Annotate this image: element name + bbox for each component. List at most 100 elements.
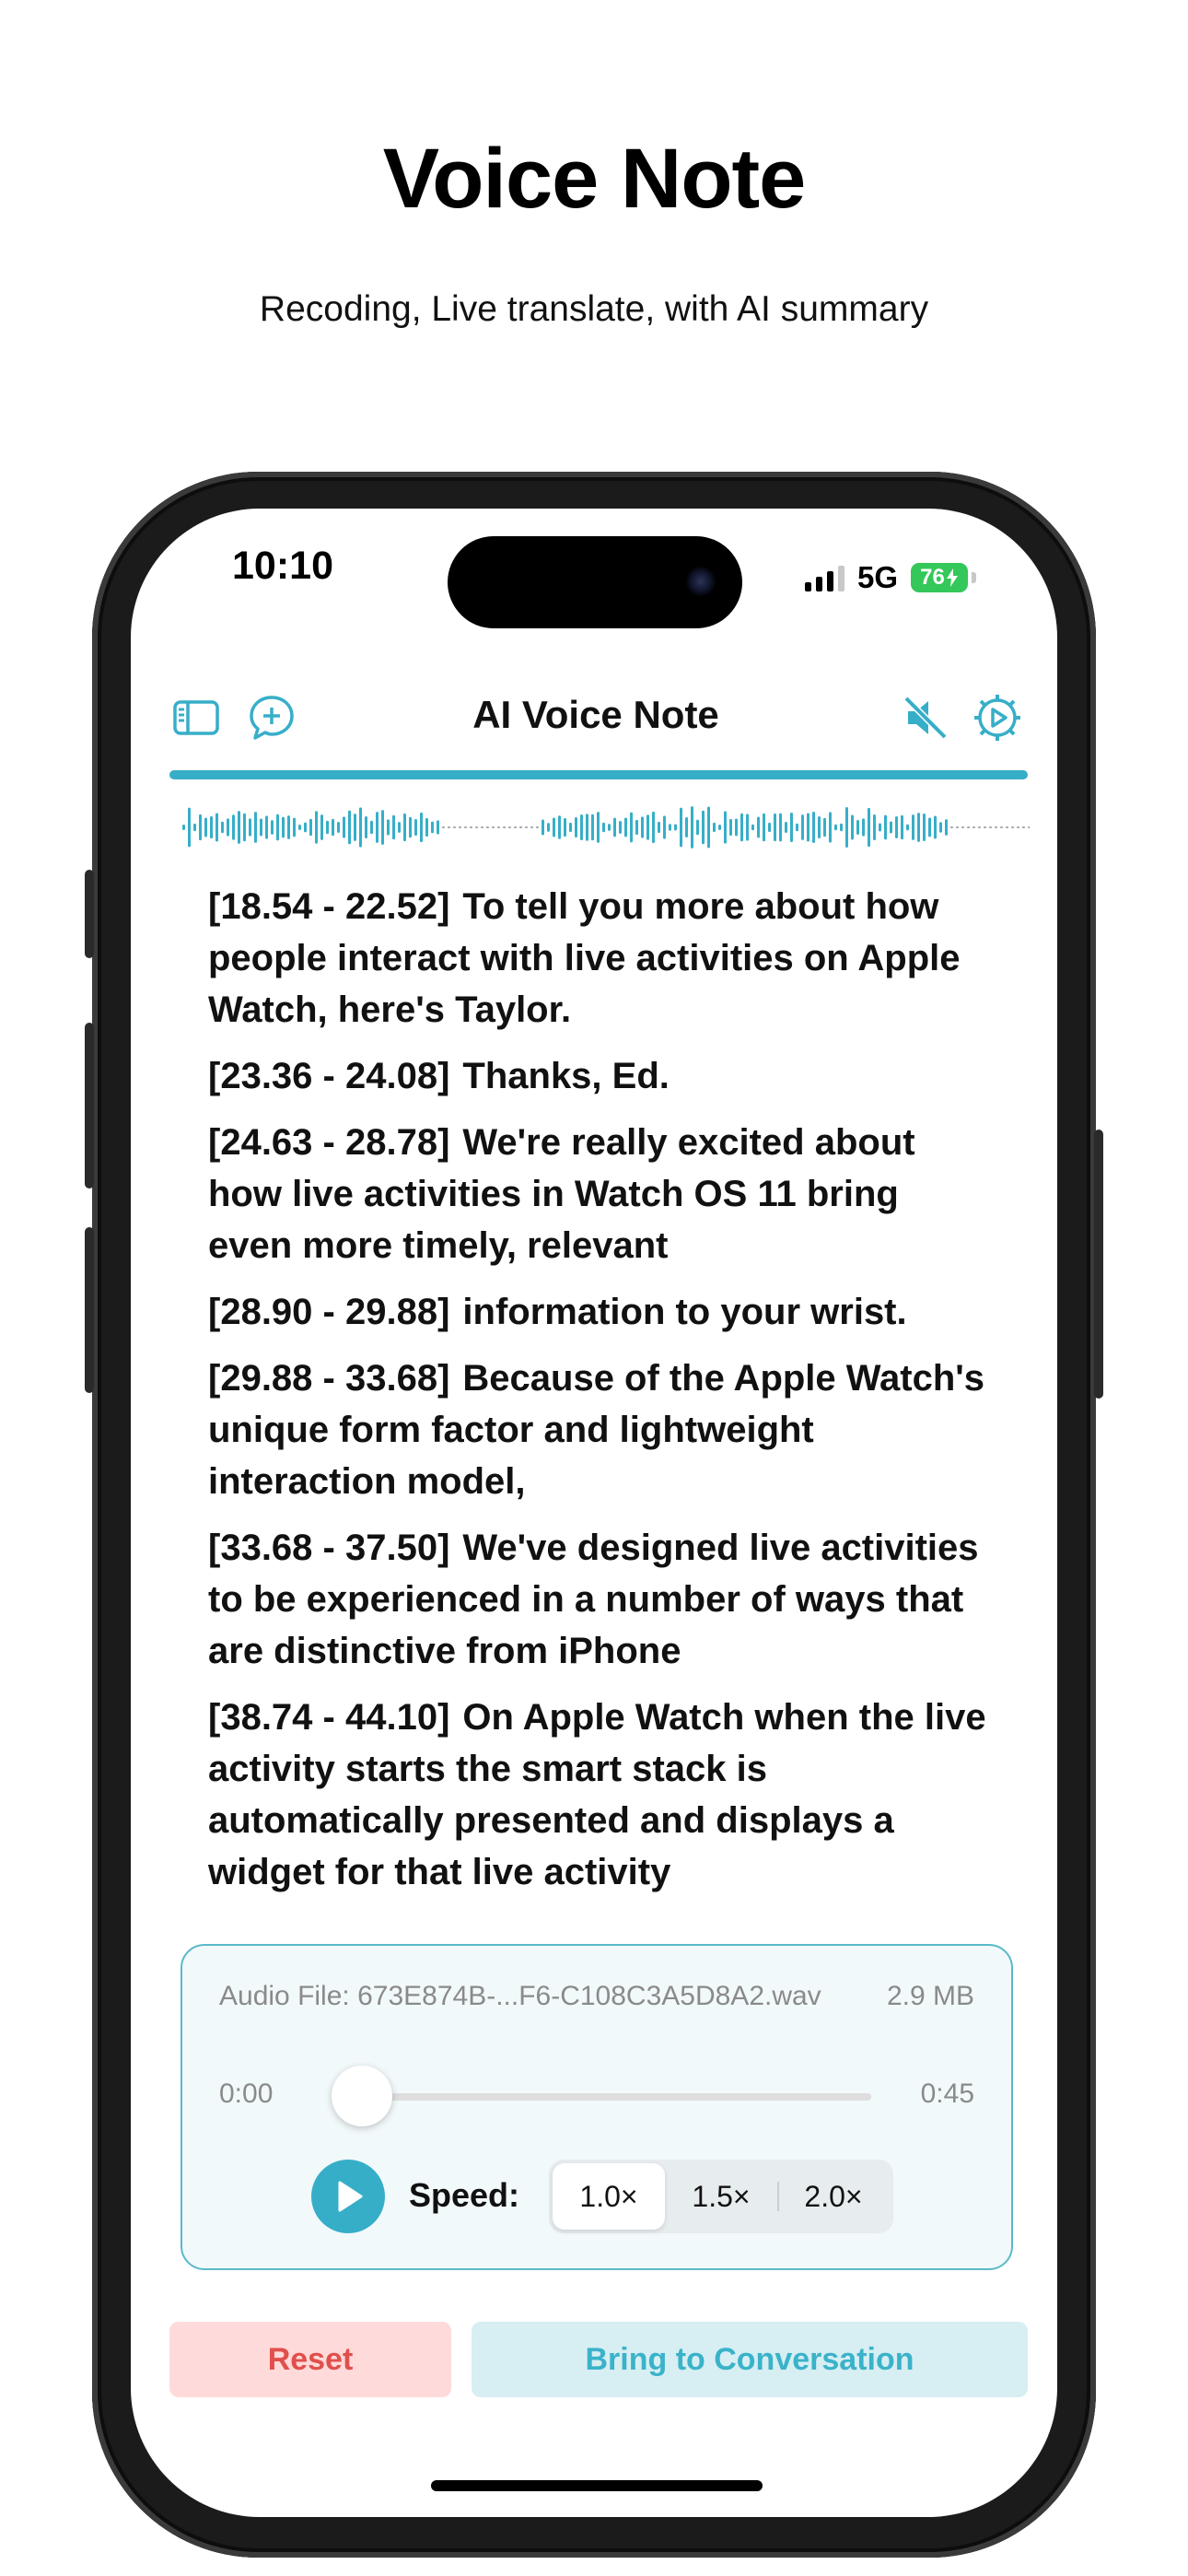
waveform-bar (884, 814, 887, 840)
waveform-bar (641, 816, 644, 838)
waveform-bar (680, 807, 682, 848)
waveform-bar (1011, 826, 1014, 828)
waveform-bar (696, 819, 699, 836)
waveform-bar (215, 813, 218, 842)
waveform-bar (403, 813, 406, 842)
waveform-bar (718, 824, 721, 831)
waveform-bar (807, 813, 809, 842)
waveform-bar (901, 814, 903, 840)
current-time: 0:00 (219, 2078, 274, 2109)
waveform-bar (486, 826, 489, 828)
waveform-bar (232, 814, 235, 840)
waveform-bar (254, 812, 257, 843)
waveform-bar (204, 817, 207, 837)
reset-button[interactable]: Reset (169, 2322, 451, 2397)
waveform-bar (365, 815, 367, 839)
waveform-bar (530, 826, 533, 828)
playback-slider-track[interactable] (337, 2093, 871, 2101)
dynamic-island (448, 536, 742, 628)
waveform-bar (984, 826, 986, 828)
waveform-bar (928, 817, 931, 837)
battery-tip (972, 572, 976, 583)
waveform-bar (818, 815, 821, 839)
waveform-bar (249, 818, 251, 837)
waveform-bar (409, 816, 412, 838)
waveform-bar (945, 819, 948, 836)
waveform-bar (796, 823, 798, 832)
transcript-segment: [38.74 - 44.10] On Apple Watch when the l… (208, 1692, 991, 1898)
transcript-segment: [23.36 - 24.08] Thanks, Ed. (208, 1050, 991, 1102)
promo-title: Voice Note (382, 132, 807, 226)
waveform-bar (856, 819, 859, 836)
waveform-bar (597, 812, 600, 843)
play-button[interactable] (311, 2160, 385, 2233)
transcript-segment: [33.68 - 37.50] We've designed live activ… (208, 1522, 991, 1677)
speaker-muted-icon[interactable] (901, 693, 950, 743)
app-header: AI Voice Note (168, 687, 1024, 752)
bring-to-conversation-button[interactable]: Bring to Conversation (472, 2322, 1028, 2397)
waveform-bar (309, 818, 312, 837)
file-info-row: Audio File: 673E874B-...F6-C108C3A5D8A2.… (219, 1981, 974, 2012)
duration-time: 0:45 (920, 2078, 974, 2109)
waveform-bar (740, 813, 743, 842)
segment-timestamp: [38.74 - 44.10] (208, 1697, 450, 1738)
recording-progress-bar (169, 770, 1028, 779)
transcript-segment: [24.63 - 28.78] We're really excited abou… (208, 1117, 991, 1271)
waveform-bar (448, 826, 450, 828)
waveform-bar (182, 825, 185, 830)
waveform-bar (580, 814, 583, 841)
waveform-bar (890, 821, 892, 834)
network-type: 5G (856, 560, 898, 594)
waveform-bar (453, 826, 456, 828)
waveform-bar (873, 814, 876, 840)
waveform-bar (674, 824, 677, 831)
waveform-bar (669, 824, 671, 831)
playback-scrubber-row: 0:00 0:45 (219, 2066, 974, 2126)
waveform-bar (790, 813, 793, 842)
waveform-bar (492, 826, 495, 828)
waveform-bar (553, 817, 555, 837)
waveform-bar (227, 818, 229, 837)
waveform-bar (459, 826, 461, 828)
speed-option[interactable]: 1.5× (665, 2163, 777, 2230)
waveform-bar (812, 812, 815, 843)
waveform-bar (558, 815, 561, 839)
waveform-bar (414, 818, 417, 837)
waveform-bar (221, 821, 224, 834)
waveform-bar (359, 807, 362, 848)
waveform-bar (354, 814, 356, 841)
waveform-bar (635, 819, 638, 836)
power-button (1094, 1130, 1103, 1399)
waveform-bar (691, 806, 693, 849)
audio-waveform (182, 806, 1030, 849)
waveform-bar (387, 819, 390, 836)
segment-timestamp: [29.88 - 33.68] (208, 1358, 450, 1399)
waveform-bar (834, 824, 837, 831)
waveform-bar (287, 815, 290, 839)
settings-icon[interactable] (973, 693, 1022, 743)
waveform-bar (392, 814, 395, 840)
waveform-bar (425, 817, 428, 837)
waveform-bar (276, 814, 279, 841)
playback-slider-thumb[interactable] (332, 2066, 392, 2126)
battery-level: 76 (920, 565, 945, 590)
segment-timestamp: [33.68 - 37.50] (208, 1528, 450, 1568)
speed-segmented-control: 1.0× 1.5× 2.0× (549, 2160, 893, 2233)
waveform-bar (370, 820, 373, 835)
speed-option[interactable]: 1.0× (553, 2163, 665, 2230)
recording-progress-fill (169, 770, 1028, 779)
waveform-bar (851, 814, 854, 840)
waveform-bar (1006, 826, 1008, 828)
waveform-bar (1017, 826, 1019, 828)
waveform-bar (542, 819, 544, 836)
segment-timestamp: [28.90 - 29.88] (208, 1292, 450, 1332)
waveform-bar (646, 814, 649, 840)
waveform-bar (763, 813, 765, 842)
waveform-bar (497, 826, 500, 828)
waveform-bar (293, 817, 296, 837)
waveform-bar (906, 824, 909, 831)
waveform-bar (862, 818, 865, 837)
play-icon (338, 2181, 363, 2212)
speed-option[interactable]: 2.0× (777, 2163, 890, 2230)
waveform-bar (707, 806, 710, 849)
